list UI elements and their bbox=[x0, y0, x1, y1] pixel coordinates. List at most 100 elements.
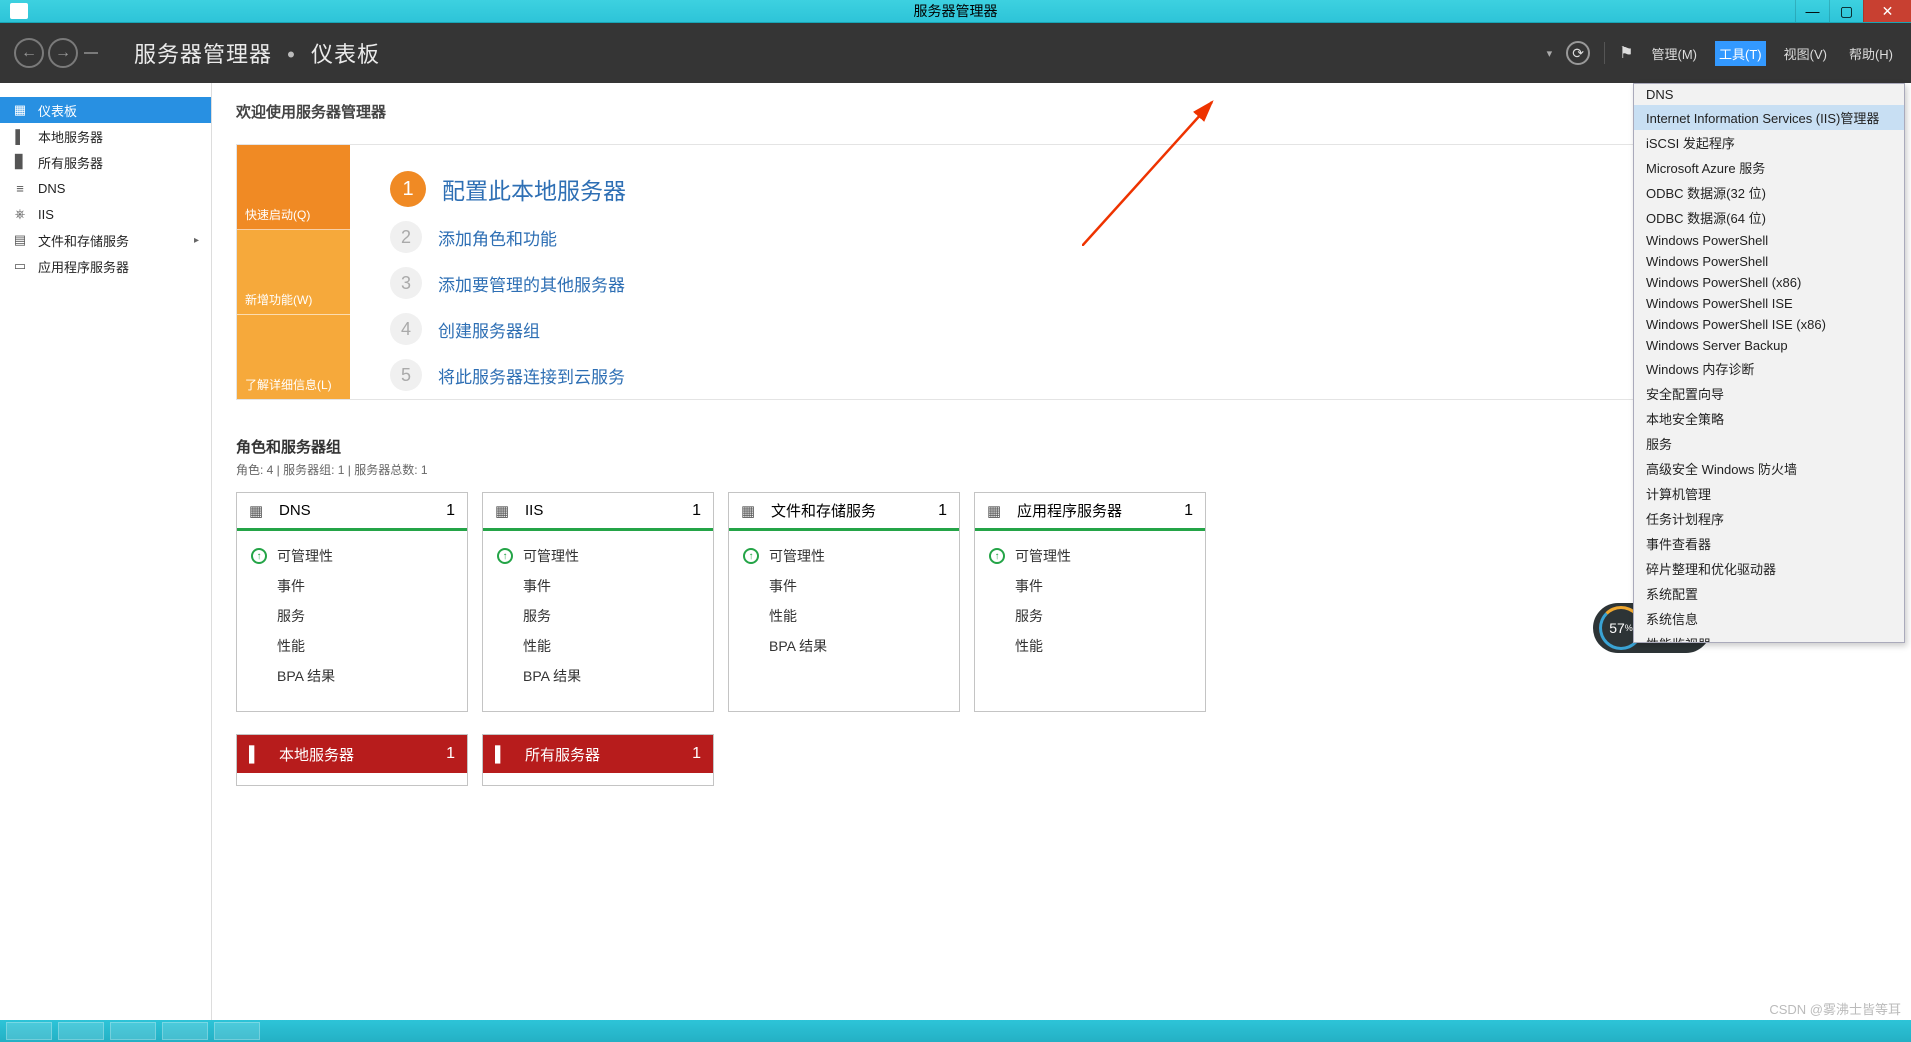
sidebar-item-3[interactable]: ≡DNS bbox=[0, 175, 211, 201]
tools-menu-item[interactable]: Windows 内存诊断 bbox=[1634, 356, 1904, 381]
taskbar-item[interactable] bbox=[110, 1022, 156, 1040]
tools-menu-item[interactable]: 高级安全 Windows 防火墙 bbox=[1634, 456, 1904, 481]
role-tile[interactable]: ▦DNS1 ↑可管理性事件服务性能BPA 结果 bbox=[236, 492, 468, 712]
tools-menu-item[interactable]: 服务 bbox=[1634, 431, 1904, 456]
sidebar-item-label: 仪表板 bbox=[38, 101, 77, 120]
tools-menu-item[interactable]: 本地安全策略 bbox=[1634, 406, 1904, 431]
flag-icon[interactable]: ⚑ bbox=[1619, 43, 1633, 63]
role-line[interactable]: 性能 bbox=[251, 631, 453, 661]
minimize-button[interactable]: — bbox=[1795, 0, 1829, 22]
menu-tools[interactable]: 工具(T) bbox=[1715, 41, 1766, 66]
step-link[interactable]: 创建服务器组 bbox=[438, 317, 540, 342]
tools-menu-item[interactable]: Windows PowerShell bbox=[1634, 230, 1904, 251]
tools-menu-item[interactable]: Windows PowerShell ISE (x86) bbox=[1634, 314, 1904, 335]
tools-menu-item[interactable]: Microsoft Azure 服务 bbox=[1634, 155, 1904, 180]
tile-learnmore[interactable]: 了解详细信息(L) bbox=[237, 315, 350, 399]
tools-dropdown-menu: DNSInternet Information Services (IIS)管理… bbox=[1633, 83, 1905, 643]
tools-menu-item[interactable]: ODBC 数据源(64 位) bbox=[1634, 205, 1904, 230]
tools-menu-item[interactable]: 安全配置向导 bbox=[1634, 381, 1904, 406]
tools-menu-item[interactable]: 事件查看器 bbox=[1634, 531, 1904, 556]
menu-help[interactable]: 帮助(H) bbox=[1845, 41, 1897, 66]
tools-menu-item[interactable]: Windows PowerShell ISE bbox=[1634, 293, 1904, 314]
role-icon: ▦ bbox=[249, 502, 269, 520]
taskbar-item[interactable] bbox=[58, 1022, 104, 1040]
role-line[interactable]: ↑可管理性 bbox=[989, 541, 1191, 571]
server-icon: ▌ bbox=[495, 746, 515, 763]
role-tile[interactable]: ▦应用程序服务器1↑可管理性事件服务性能 bbox=[974, 492, 1206, 712]
role-tile[interactable]: ▦IIS1 ↑可管理性事件服务性能BPA 结果 bbox=[482, 492, 714, 712]
step-link[interactable]: 添加角色和功能 bbox=[438, 225, 557, 250]
sidebar-item-1[interactable]: ▌本地服务器 bbox=[0, 123, 211, 149]
role-line-label: 可管理性 bbox=[523, 546, 579, 566]
step-link[interactable]: 配置此本地服务器 bbox=[442, 172, 626, 206]
tools-menu-item[interactable]: 系统信息 bbox=[1634, 606, 1904, 631]
refresh-button[interactable]: ⟳ bbox=[1566, 41, 1590, 65]
menu-view[interactable]: 视图(V) bbox=[1780, 41, 1831, 66]
role-count: 1 bbox=[446, 502, 455, 520]
dropdown-caret-icon[interactable]: ▾ bbox=[1547, 47, 1553, 60]
menu-manage[interactable]: 管理(M) bbox=[1648, 41, 1702, 66]
body-area: ▦仪表板▌本地服务器▊所有服务器≡DNS⎈IIS▤文件和存储服务▸▭应用程序服务… bbox=[0, 83, 1911, 1020]
role-line[interactable]: 性能 bbox=[743, 601, 945, 631]
sidebar-item-0[interactable]: ▦仪表板 bbox=[0, 97, 211, 123]
sidebar-item-6[interactable]: ▭应用程序服务器 bbox=[0, 253, 211, 279]
role-line[interactable]: 事件 bbox=[497, 571, 699, 601]
taskbar-item[interactable] bbox=[6, 1022, 52, 1040]
step-link[interactable]: 添加要管理的其他服务器 bbox=[438, 271, 625, 296]
taskbar-item[interactable] bbox=[214, 1022, 260, 1040]
tools-menu-item[interactable]: DNS bbox=[1634, 84, 1904, 105]
role-line[interactable]: BPA 结果 bbox=[251, 661, 453, 691]
role-line[interactable]: 服务 bbox=[497, 601, 699, 631]
role-tile-header: ▦DNS1 bbox=[237, 493, 467, 531]
tools-menu-item[interactable]: 性能监视器 bbox=[1634, 631, 1904, 643]
tile-quickstart[interactable]: 快速启动(Q) bbox=[237, 145, 350, 230]
role-line[interactable]: 事件 bbox=[251, 571, 453, 601]
server-tile[interactable]: ▌所有服务器1 bbox=[482, 734, 714, 786]
role-line[interactable]: 性能 bbox=[497, 631, 699, 661]
sidebar-item-label: 本地服务器 bbox=[38, 127, 103, 146]
role-tile[interactable]: ▦文件和存储服务1↑可管理性事件性能BPA 结果 bbox=[728, 492, 960, 712]
tools-menu-item[interactable]: Internet Information Services (IIS)管理器 bbox=[1634, 105, 1904, 130]
role-line[interactable]: 性能 bbox=[989, 631, 1191, 661]
sidebar-item-4[interactable]: ⎈IIS bbox=[0, 201, 211, 227]
role-line-label: 事件 bbox=[277, 576, 305, 596]
tools-menu-item[interactable]: 计算机管理 bbox=[1634, 481, 1904, 506]
close-button[interactable]: ✕ bbox=[1863, 0, 1911, 22]
window-title: 服务器管理器 bbox=[914, 1, 998, 21]
tools-menu-item[interactable]: 任务计划程序 bbox=[1634, 506, 1904, 531]
role-line[interactable]: BPA 结果 bbox=[497, 661, 699, 691]
role-line[interactable]: ↑可管理性 bbox=[743, 541, 945, 571]
nav-back-button[interactable]: ← bbox=[14, 38, 44, 68]
taskbar[interactable] bbox=[0, 1020, 1911, 1042]
sidebar-icon: ▊ bbox=[12, 154, 28, 170]
tools-menu-item[interactable]: Windows Server Backup bbox=[1634, 335, 1904, 356]
tools-menu-item[interactable]: 系统配置 bbox=[1634, 581, 1904, 606]
step-number: 4 bbox=[390, 313, 422, 345]
tools-menu-item[interactable]: 碎片整理和优化驱动器 bbox=[1634, 556, 1904, 581]
role-line[interactable]: 事件 bbox=[989, 571, 1191, 601]
tools-menu-item[interactable]: Windows PowerShell bbox=[1634, 251, 1904, 272]
step-link[interactable]: 将此服务器连接到云服务 bbox=[438, 363, 625, 388]
breadcrumb-root[interactable]: 服务器管理器 bbox=[134, 42, 272, 67]
server-tile[interactable]: ▌本地服务器1 bbox=[236, 734, 468, 786]
role-line[interactable]: BPA 结果 bbox=[743, 631, 945, 661]
tools-menu-item[interactable]: iSCSI 发起程序 bbox=[1634, 130, 1904, 155]
welcome-step: 2添加角色和功能 bbox=[390, 221, 1846, 253]
role-line[interactable]: ↑可管理性 bbox=[251, 541, 453, 571]
sidebar-item-5[interactable]: ▤文件和存储服务▸ bbox=[0, 227, 211, 253]
nav-forward-button[interactable]: → bbox=[48, 38, 78, 68]
tools-menu-item[interactable]: ODBC 数据源(32 位) bbox=[1634, 180, 1904, 205]
tools-menu-item[interactable]: Windows PowerShell (x86) bbox=[1634, 272, 1904, 293]
role-line[interactable]: ↑可管理性 bbox=[497, 541, 699, 571]
role-line[interactable]: 事件 bbox=[743, 571, 945, 601]
role-tile-header: ▦IIS1 bbox=[483, 493, 713, 531]
tile-whatsnew[interactable]: 新增功能(W) bbox=[237, 230, 350, 315]
sidebar-item-label: IIS bbox=[38, 207, 54, 222]
maximize-button[interactable]: ▢ bbox=[1829, 0, 1863, 22]
role-line[interactable]: 服务 bbox=[989, 601, 1191, 631]
role-line-label: BPA 结果 bbox=[769, 636, 827, 656]
role-line[interactable]: 服务 bbox=[251, 601, 453, 631]
taskbar-item[interactable] bbox=[162, 1022, 208, 1040]
role-line-label: 性能 bbox=[769, 606, 797, 626]
sidebar-item-2[interactable]: ▊所有服务器 bbox=[0, 149, 211, 175]
